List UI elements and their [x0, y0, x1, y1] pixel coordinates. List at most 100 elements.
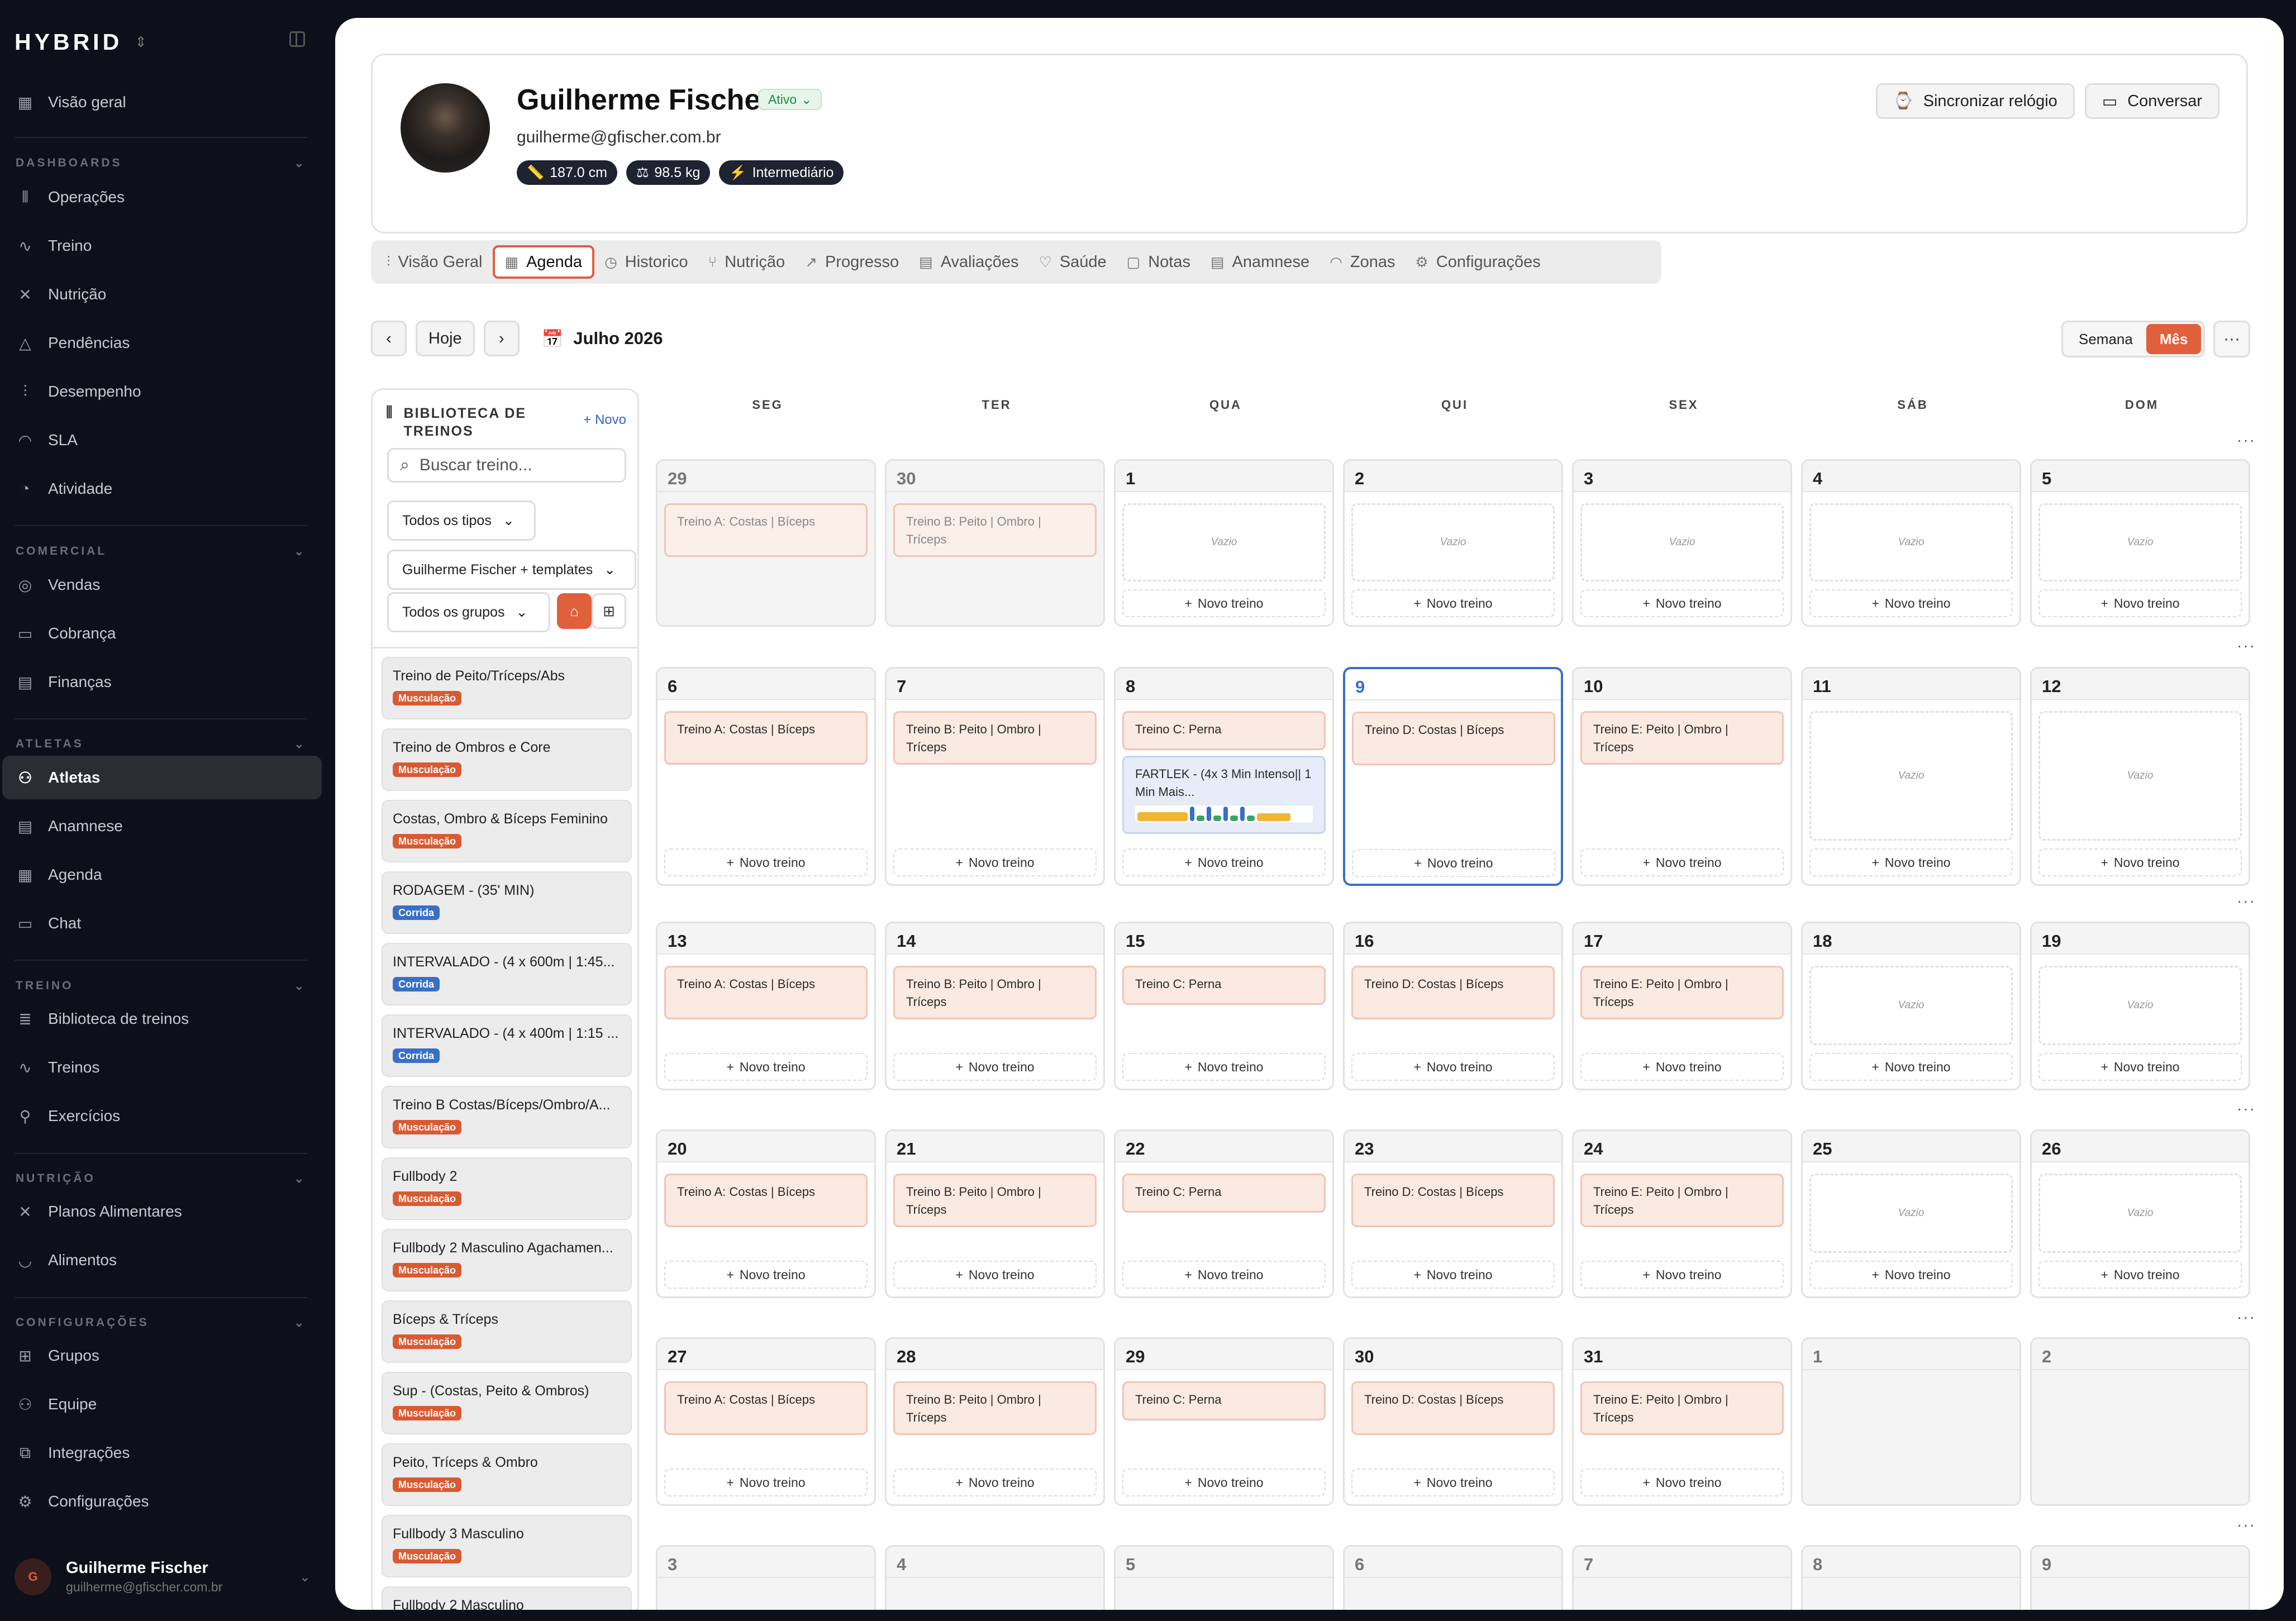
workout-event[interactable]: Treino D: Costas | Bíceps — [1351, 1174, 1555, 1227]
tab-visao-geral[interactable]: ⫶ Visão Geral — [377, 245, 493, 279]
new-workout-button[interactable]: + Novo treino — [2038, 1053, 2242, 1081]
view-month-option[interactable]: Mês — [2146, 324, 2202, 354]
library-workout-card[interactable]: INTERVALADO - (4 x 400m | 1:15 ... Corrid… — [382, 1014, 632, 1077]
new-workout-button[interactable]: + Novo treino — [1351, 1469, 1555, 1496]
new-workout-button[interactable]: + Novo treino — [893, 848, 1097, 876]
calendar-day-cell[interactable]: 21 Treino B: Peito | Ombro | Tríceps + Novo… — [885, 1129, 1105, 1298]
workout-event[interactable]: Treino E: Peito | Ombro | Tríceps — [1580, 711, 1784, 765]
calendar-day-cell[interactable]: 9 — [2030, 1545, 2250, 1610]
calendar-day-cell[interactable]: 7 — [1572, 1545, 1792, 1610]
workout-event[interactable]: Treino C: Perna — [1122, 1381, 1326, 1420]
calendar-day-cell[interactable]: 29 Treino A: Costas | Bíceps — [656, 459, 876, 627]
status-badge[interactable]: Ativo ⌄ — [758, 89, 822, 110]
tab-historico[interactable]: ◷ Historico — [594, 245, 698, 279]
week-more-icon[interactable]: ··· — [2237, 431, 2256, 449]
sidebar-item-biblioteca-de-treinos[interactable]: ≣ Biblioteca de treinos — [2, 997, 322, 1041]
library-workout-card[interactable]: Treino de Peito/Tríceps/Abs Musculação — [382, 657, 632, 719]
sidebar-section-comercial[interactable]: COMERCIAL ⌄ — [16, 545, 306, 559]
calendar-day-cell[interactable]: 18 Vazio + Novo treino — [1801, 922, 2021, 1090]
new-workout-button[interactable]: + Novo treino — [1809, 1261, 2013, 1289]
new-workout-button[interactable]: + Novo treino — [2038, 589, 2242, 617]
workout-event[interactable]: Treino A: Costas | Bíceps — [664, 503, 868, 557]
workout-event[interactable]: Treino A: Costas | Bíceps — [664, 1174, 868, 1227]
new-workout-button[interactable]: + Novo treino — [1809, 848, 2013, 876]
sidebar-item-operacoes[interactable]: ⦀ Operações — [2, 175, 322, 219]
library-workout-card[interactable]: Fullbody 3 Masculino Musculação — [382, 1515, 632, 1577]
sidebar-item-chat[interactable]: ▭ Chat — [2, 902, 322, 945]
new-workout-button[interactable]: + Novo treino — [893, 1469, 1097, 1496]
workout-event[interactable]: Treino C: Perna — [1122, 966, 1326, 1005]
workout-event[interactable]: Treino C: Perna — [1122, 711, 1326, 750]
new-workout-button[interactable]: + Novo treino — [1580, 1053, 1784, 1081]
sidebar-item-anamnese[interactable]: ▤ Anamnese — [2, 804, 322, 848]
calendar-day-cell[interactable]: 19 Vazio + Novo treino — [2030, 922, 2250, 1090]
user-menu[interactable]: G Guilherme Fischer guilherme@gfischer.c… — [15, 1558, 311, 1595]
chevron-down-icon[interactable]: ⌄ — [299, 1569, 311, 1585]
library-workout-card[interactable]: Fullbody 2 Masculino Agachamen... Muscula… — [382, 1229, 632, 1291]
calendar-day-cell[interactable]: 4 — [885, 1545, 1105, 1610]
workout-event[interactable]: Treino A: Costas | Bíceps — [664, 1381, 868, 1435]
sidebar-item-agenda[interactable]: ▦ Agenda — [2, 853, 322, 897]
new-workout-button[interactable]: + Novo treino — [664, 848, 868, 876]
calendar-day-cell[interactable]: 27 Treino A: Costas | Bíceps + Novo treino — [656, 1337, 876, 1506]
calendar-day-cell[interactable]: 20 Treino A: Costas | Bíceps + Novo treino — [656, 1129, 876, 1298]
workout-event[interactable]: Treino B: Peito | Ombro | Tríceps — [893, 966, 1097, 1019]
sidebar-item-atletas[interactable]: ⚇ Atletas — [2, 756, 322, 799]
calendar-day-cell[interactable]: 24 Treino E: Peito | Ombro | Tríceps + Novo… — [1572, 1129, 1792, 1298]
sync-watch-button[interactable]: ⌚ Sincronizar relógio — [1875, 83, 2075, 119]
calendar-day-cell[interactable]: 17 Treino E: Peito | Ombro | Tríceps + Novo… — [1572, 922, 1792, 1090]
new-workout-button[interactable]: + Novo treino — [1122, 1469, 1326, 1496]
library-search-input[interactable]: ⌕ Buscar treino... — [387, 448, 626, 483]
calendar-day-cell[interactable]: 16 Treino D: Costas | Bíceps + Novo treino — [1343, 922, 1563, 1090]
new-workout-button[interactable]: + Novo treino — [1351, 1053, 1555, 1081]
calendar-day-cell[interactable]: 30 Treino B: Peito | Ombro | Tríceps — [885, 459, 1105, 627]
owner-filter-select[interactable]: Guilherme Fischer + templates ⌄ — [387, 550, 636, 590]
calendar-day-cell[interactable]: 15 Treino C: Perna + Novo treino — [1114, 922, 1334, 1090]
calendar-day-cell[interactable]: 3 — [656, 1545, 876, 1610]
new-workout-button[interactable]: + Novo treino — [664, 1261, 868, 1289]
view-week-option[interactable]: Semana — [2065, 324, 2146, 354]
calendar-day-cell[interactable]: 26 Vazio + Novo treino — [2030, 1129, 2250, 1298]
workout-event[interactable]: Treino B: Peito | Ombro | Tríceps — [893, 711, 1097, 765]
new-workout-button[interactable]: + Novo treino — [1580, 848, 1784, 876]
library-workout-card[interactable]: Peito, Tríceps & Ombro Musculação — [382, 1443, 632, 1506]
workspace-switch-icon[interactable]: ⇕ — [135, 34, 147, 51]
sidebar-item-integracoes[interactable]: ⧉ Integrações — [2, 1431, 322, 1475]
calendar-day-cell[interactable]: 30 Treino D: Costas | Bíceps + Novo treino — [1343, 1337, 1563, 1506]
new-workout-button[interactable]: + Novo treino — [1122, 589, 1326, 617]
new-workout-button[interactable]: + Novo treino — [1580, 589, 1784, 617]
tab-notas[interactable]: ▢ Notas — [1117, 245, 1201, 279]
running-workout-event[interactable]: FARTLEK - (4x 3 Min Intenso|| 1 Min Mais… — [1122, 756, 1326, 834]
sidebar-item-configuracoes[interactable]: ⚙ Configurações — [2, 1480, 322, 1523]
sidebar-item-grupos[interactable]: ⊞ Grupos — [2, 1334, 322, 1377]
week-more-icon[interactable]: ··· — [2237, 637, 2256, 655]
workout-event[interactable]: Treino D: Costas | Bíceps — [1351, 966, 1555, 1019]
calendar-day-cell[interactable]: 14 Treino B: Peito | Ombro | Tríceps + Novo… — [885, 922, 1105, 1090]
calendar-day-cell[interactable]: 6 Treino A: Costas | Bíceps + Novo treino — [656, 667, 876, 886]
new-workout-button[interactable]: + Novo treino — [2038, 1261, 2242, 1289]
sidebar-item-treinos[interactable]: ∿ Treinos — [2, 1046, 322, 1089]
calendar-day-cell[interactable]: 5 Vazio + Novo treino — [2030, 459, 2250, 627]
library-workout-card[interactable]: Costas, Ombro & Bíceps Feminino Musculaçã… — [382, 800, 632, 862]
library-workout-card[interactable]: RODAGEM - (35' MIN) Corrida — [382, 871, 632, 934]
sidebar-item-desempenho[interactable]: ⫶ Desempenho — [2, 370, 322, 413]
calendar-day-cell[interactable]: 2 — [2030, 1337, 2250, 1506]
new-workout-button[interactable]: + Novo treino — [1352, 849, 1555, 877]
calendar-day-cell[interactable]: 8 Treino C: Perna FARTLEK - (4x 3 Min Inte… — [1114, 667, 1334, 886]
week-more-icon[interactable]: ··· — [2237, 1308, 2256, 1326]
new-workout-button[interactable]: + Novo treino — [893, 1053, 1097, 1081]
calendar-day-cell[interactable]: 1 Vazio + Novo treino — [1114, 459, 1334, 627]
sidebar-item-financas[interactable]: ▤ Finanças — [2, 660, 322, 704]
calendar-day-cell[interactable]: 12 Vazio + Novo treino — [2030, 667, 2250, 886]
tab-configuracoes[interactable]: ⚙ Configurações — [1406, 245, 1551, 279]
workout-event[interactable]: Treino B: Peito | Ombro | Tríceps — [893, 1381, 1097, 1435]
tab-anamnese[interactable]: ▤ Anamnese — [1201, 245, 1320, 279]
workout-event[interactable]: Treino D: Costas | Bíceps — [1351, 1381, 1555, 1435]
calendar-day-cell[interactable]: 9 Treino D: Costas | Bíceps + Novo treino — [1343, 667, 1563, 886]
tab-nutricao[interactable]: ⑂ Nutrição — [698, 245, 795, 279]
sidebar-section-configuracoes[interactable]: CONFIGURAÇÕES ⌄ — [16, 1316, 306, 1330]
calendar-day-cell[interactable]: 29 Treino C: Perna + Novo treino — [1114, 1337, 1334, 1506]
workout-event[interactable]: Treino C: Perna — [1122, 1174, 1326, 1213]
new-workout-button[interactable]: + Novo treino — [1351, 589, 1555, 617]
sidebar-item-equipe[interactable]: ⚇ Equipe — [2, 1382, 322, 1426]
